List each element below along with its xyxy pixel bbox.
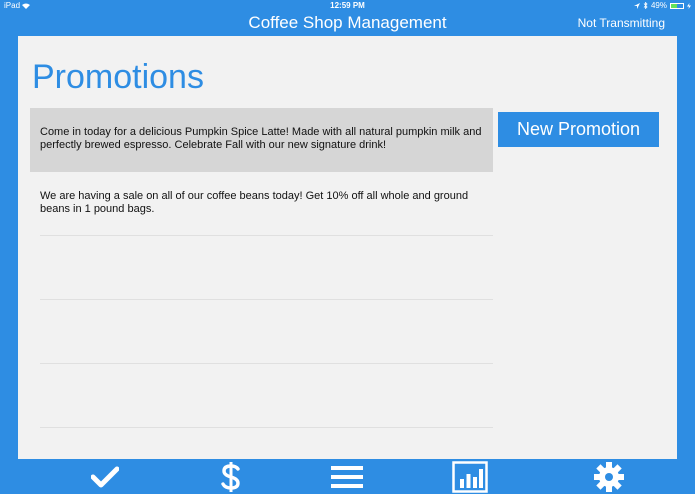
tab-dollar[interactable] bbox=[201, 459, 261, 494]
status-right: 49% bbox=[633, 1, 691, 10]
status-bar: iPad 12:59 PM 49% bbox=[0, 0, 695, 10]
dollar-icon bbox=[221, 461, 240, 492]
location-icon bbox=[633, 2, 640, 9]
battery-percent: 49% bbox=[650, 1, 667, 10]
bluetooth-icon bbox=[643, 2, 648, 9]
status-time: 12:59 PM bbox=[330, 1, 365, 10]
empty-row bbox=[30, 236, 493, 300]
main-content: Promotions Come in today for a delicious… bbox=[18, 36, 677, 459]
transmit-status[interactable]: Not Transmitting bbox=[578, 16, 665, 30]
battery-icon bbox=[670, 2, 684, 9]
row-divider bbox=[40, 427, 493, 428]
checkmark-icon bbox=[91, 466, 119, 487]
tab-checkmark[interactable] bbox=[75, 459, 135, 494]
tab-menu[interactable] bbox=[317, 459, 377, 494]
promotion-row[interactable]: We are having a sale on all of our coffe… bbox=[30, 172, 493, 236]
tab-bar bbox=[0, 459, 695, 494]
charging-icon bbox=[687, 2, 691, 9]
empty-row bbox=[30, 364, 493, 428]
tab-reports[interactable] bbox=[440, 459, 500, 494]
page-title: Promotions bbox=[32, 58, 204, 96]
bar-chart-icon bbox=[452, 460, 488, 493]
menu-icon bbox=[331, 465, 363, 488]
tab-settings[interactable] bbox=[579, 459, 639, 494]
promotion-row[interactable]: Come in today for a delicious Pumpkin Sp… bbox=[30, 108, 493, 172]
nav-bar: Coffee Shop Management Not Transmitting bbox=[0, 10, 695, 36]
new-promotion-button[interactable]: New Promotion bbox=[498, 112, 659, 147]
promotion-text: We are having a sale on all of our coffe… bbox=[40, 190, 469, 215]
promotion-list: Come in today for a delicious Pumpkin Sp… bbox=[30, 108, 493, 428]
promotion-text: Come in today for a delicious Pumpkin Sp… bbox=[40, 126, 482, 151]
gear-icon bbox=[594, 461, 624, 492]
empty-row bbox=[30, 300, 493, 364]
